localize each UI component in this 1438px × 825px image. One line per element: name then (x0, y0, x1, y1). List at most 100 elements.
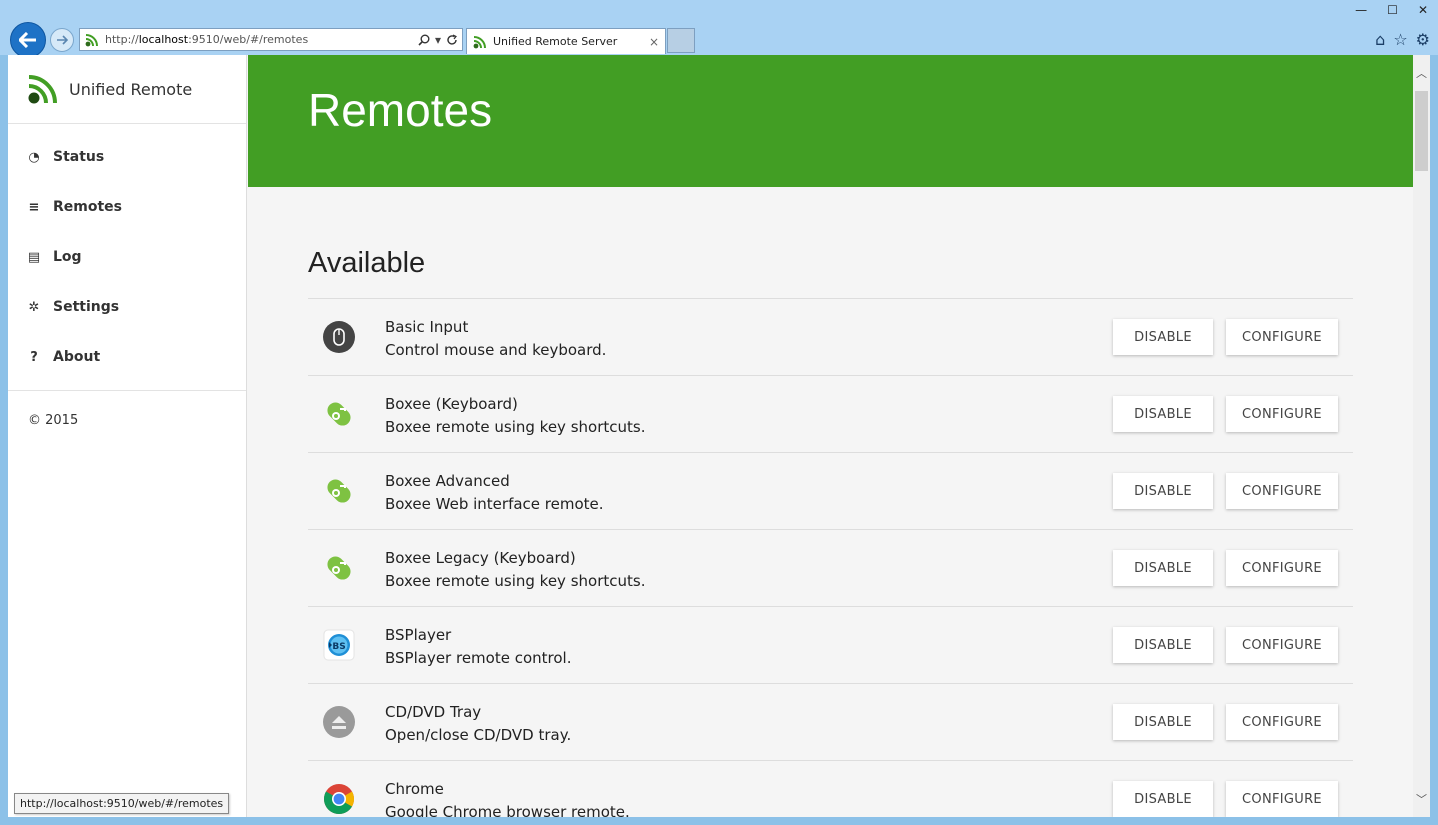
brand[interactable]: Unified Remote (8, 55, 246, 124)
bsplayer-icon: BS (322, 628, 356, 662)
scroll-up-icon[interactable]: ︿ (1413, 65, 1430, 81)
home-icon[interactable]: ⌂ (1375, 30, 1385, 49)
refresh-icon[interactable] (446, 33, 458, 46)
boxee-icon (322, 474, 356, 508)
remote-info: CD/DVD Tray Open/close CD/DVD tray. (385, 701, 571, 747)
remote-name: BSPlayer (385, 626, 452, 644)
gear-icon: ✲ (28, 299, 40, 315)
sidebar-item-settings[interactable]: ✲ Settings (8, 282, 246, 332)
address-url: http://localhost:9510/web/#/remotes (105, 33, 308, 46)
new-tab-button[interactable] (667, 28, 695, 53)
disable-button[interactable]: DISABLE (1113, 396, 1213, 432)
remote-desc: Control mouse and keyboard. (385, 341, 607, 359)
copyright: © 2015 (28, 413, 79, 428)
search-icon[interactable] (418, 34, 430, 46)
remote-name: Boxee Advanced (385, 472, 510, 490)
sidebar-item-status[interactable]: ◔ Status (8, 132, 246, 182)
unified-remote-logo-icon (28, 75, 57, 104)
remote-info: Boxee (Keyboard) Boxee remote using key … (385, 393, 645, 439)
window-controls: — ☐ ✕ (1355, 3, 1428, 17)
sidebar-item-label: Settings (53, 299, 120, 315)
disable-button[interactable]: DISABLE (1113, 781, 1213, 817)
browser-tab[interactable]: Unified Remote Server × (466, 28, 666, 54)
remote-row-bsplayer: BS BSPlayer BSPlayer remote control. DIS… (308, 607, 1353, 684)
brand-name: Unified Remote (69, 79, 193, 99)
forward-button[interactable] (50, 28, 74, 52)
disable-button[interactable]: DISABLE (1113, 319, 1213, 355)
remote-name: Boxee (Keyboard) (385, 395, 518, 413)
maximize-button[interactable]: ☐ (1387, 3, 1398, 17)
back-button[interactable] (10, 22, 46, 58)
url-host: localhost (138, 33, 189, 46)
url-path: :9510/web/#/remotes (188, 33, 309, 46)
settings-gear-icon[interactable]: ⚙ (1416, 30, 1430, 49)
remote-info: Boxee Advanced Boxee Web interface remot… (385, 470, 604, 516)
sidebar-item-remotes[interactable]: ≡ Remotes (8, 182, 246, 232)
configure-button[interactable]: CONFIGURE (1226, 704, 1338, 740)
mouse-icon (322, 320, 356, 354)
question-circle-icon: ? (30, 349, 38, 365)
list-icon: ≡ (28, 199, 40, 215)
configure-button[interactable]: CONFIGURE (1226, 781, 1338, 817)
page-header: Remotes (248, 55, 1413, 187)
minimize-button[interactable]: — (1355, 3, 1367, 17)
toolbar-icons: ⌂ ☆ ⚙ (1375, 30, 1430, 49)
remote-info: Chrome Google Chrome browser remote. (385, 778, 630, 817)
disable-button[interactable]: DISABLE (1113, 473, 1213, 509)
sidebar-item-log[interactable]: ▤ Log (8, 232, 246, 282)
configure-button[interactable]: CONFIGURE (1226, 396, 1338, 432)
eject-icon (322, 705, 356, 739)
page-title: Remotes (308, 84, 493, 136)
vertical-scrollbar[interactable]: ︿ ﹀ (1413, 55, 1430, 817)
configure-button[interactable]: CONFIGURE (1226, 550, 1338, 586)
browser-chrome: — ☐ ✕ http://localhost:9510/web/#/remote… (0, 0, 1438, 58)
svg-text:BS: BS (332, 642, 345, 652)
tab-title: Unified Remote Server (493, 35, 618, 48)
remote-desc: Boxee Web interface remote. (385, 495, 604, 513)
tab-close-icon[interactable]: × (649, 35, 659, 49)
remote-desc: Boxee remote using key shortcuts. (385, 418, 646, 436)
available-section: Available Basic Input Control mouse and … (248, 187, 1413, 817)
remote-info: Boxee Legacy (Keyboard) Boxee remote usi… (385, 547, 645, 593)
disable-button[interactable]: DISABLE (1113, 627, 1213, 663)
scrollbar-thumb[interactable] (1415, 91, 1428, 171)
remote-row-basic-input: Basic Input Control mouse and keyboard. … (308, 299, 1353, 376)
remote-name: CD/DVD Tray (385, 703, 482, 721)
scroll-down-icon[interactable]: ﹀ (1413, 791, 1430, 807)
tab-favicon-icon (473, 35, 486, 48)
remote-row-cd-dvd-tray: CD/DVD Tray Open/close CD/DVD tray. DISA… (308, 684, 1353, 761)
sidebar-item-about[interactable]: ? About (8, 332, 246, 382)
remote-row-boxee-legacy: Boxee Legacy (Keyboard) Boxee remote usi… (308, 530, 1353, 607)
remote-name: Chrome (385, 780, 444, 798)
chrome-icon (322, 782, 356, 816)
status-url-tooltip: http://localhost:9510/web/#/remotes (14, 793, 230, 814)
remote-row-boxee-keyboard: Boxee (Keyboard) Boxee remote using key … (308, 376, 1353, 453)
remote-row-chrome: Chrome Google Chrome browser remote. DIS… (308, 761, 1353, 817)
remote-desc: Boxee remote using key shortcuts. (385, 572, 646, 590)
boxee-icon (322, 397, 356, 431)
disable-button[interactable]: DISABLE (1113, 550, 1213, 586)
arrow-left-icon (19, 32, 36, 48)
configure-button[interactable]: CONFIGURE (1226, 319, 1338, 355)
configure-button[interactable]: CONFIGURE (1226, 473, 1338, 509)
page-viewport: Unified Remote ◔ Status ≡ Remotes ▤ Log … (8, 55, 1413, 817)
sidebar-item-label: Status (53, 149, 105, 165)
site-favicon-icon (85, 33, 98, 46)
boxee-icon (322, 551, 356, 585)
remote-desc: BSPlayer remote control. (385, 649, 572, 667)
close-window-button[interactable]: ✕ (1418, 3, 1428, 17)
address-bar[interactable]: http://localhost:9510/web/#/remotes ▾ (79, 28, 463, 51)
arrow-right-icon (57, 35, 68, 45)
remote-info: Basic Input Control mouse and keyboard. (385, 316, 606, 362)
configure-button[interactable]: CONFIGURE (1226, 627, 1338, 663)
remote-desc: Google Chrome browser remote. (385, 803, 630, 817)
dashboard-icon: ◔ (28, 149, 40, 165)
disable-button[interactable]: DISABLE (1113, 704, 1213, 740)
sidebar-item-label: Remotes (53, 199, 123, 215)
remote-info: BSPlayer BSPlayer remote control. (385, 624, 572, 670)
favorites-star-icon[interactable]: ☆ (1393, 30, 1407, 49)
dropdown-caret-icon[interactable]: ▾ (435, 33, 441, 47)
section-title: Available (308, 187, 1353, 299)
remote-name: Basic Input (385, 318, 469, 336)
remote-name: Boxee Legacy (Keyboard) (385, 549, 576, 567)
